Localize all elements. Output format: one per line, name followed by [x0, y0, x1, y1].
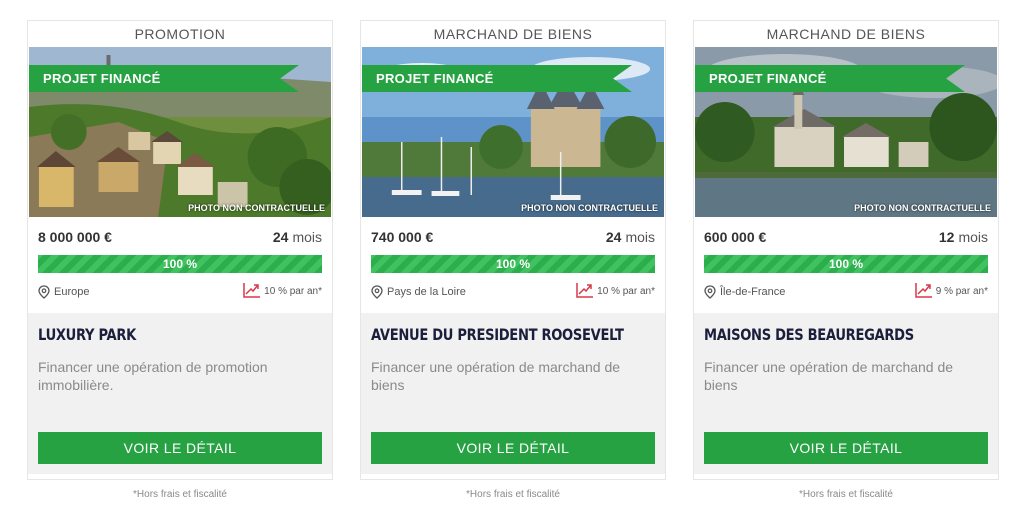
- view-details-button[interactable]: VOIR LE DÉTAIL: [371, 432, 655, 464]
- project-description: Financer une opération de promotion immo…: [38, 359, 268, 393]
- project-rate: 10 % par an*: [576, 283, 655, 298]
- project-photo[interactable]: PROJET FINANCÉ PHOTO NON CONTRACTUELLE: [695, 47, 997, 217]
- trend-up-icon: [576, 283, 594, 298]
- rate-label: 10 % par an*: [264, 286, 322, 297]
- project-photo[interactable]: PROJET FINANCÉ PHOTO NON CONTRACTUELLE: [29, 47, 331, 217]
- duration-unit: mois: [292, 229, 322, 245]
- project-duration: 24 mois: [273, 229, 322, 245]
- duration-unit: mois: [958, 229, 988, 245]
- project-card-box: PROMOTION PROJET FINANCÉ PHOTO NON CONTR…: [27, 20, 333, 480]
- project-title: MAISONS DES BEAUREGARDS: [704, 325, 914, 344]
- duration-value: 12: [938, 229, 955, 245]
- project-duration: 12 mois: [939, 229, 988, 245]
- progress-label: 100 %: [828, 257, 864, 271]
- funding-progress-bar: 100 %: [371, 255, 655, 273]
- photo-disclaimer: PHOTO NON CONTRACTUELLE: [521, 203, 658, 213]
- project-location: Pays de la Loire: [371, 285, 466, 299]
- project-info: LUXURY PARK Financer une opération de pr…: [28, 313, 332, 426]
- project-title: AVENUE DU PRESIDENT ROOSEVELT: [371, 325, 624, 344]
- duration-unit: mois: [625, 229, 655, 245]
- project-duration: 24 mois: [606, 229, 655, 245]
- project-card: MARCHAND DE BIENS PROJET FINANCÉ PHOTO N…: [693, 20, 999, 500]
- funded-ribbon: PROJET FINANCÉ: [29, 65, 299, 92]
- project-info: MAISONS DES BEAUREGARDS Financer une opé…: [694, 313, 998, 426]
- project-card-box: MARCHAND DE BIENS PROJET FINANCÉ PHOTO N…: [360, 20, 666, 480]
- project-type: MARCHAND DE BIENS: [766, 26, 926, 42]
- project-card: PROMOTION PROJET FINANCÉ PHOTO NON CONTR…: [27, 20, 333, 500]
- project-rate: 9 % par an*: [914, 283, 988, 298]
- project-card: MARCHAND DE BIENS PROJET FINANCÉ PHOTO N…: [360, 20, 666, 500]
- trend-up-icon: [243, 283, 261, 298]
- rate-label: 9 % par an*: [935, 286, 988, 297]
- view-details-button[interactable]: VOIR LE DÉTAIL: [704, 432, 988, 464]
- project-card-box: MARCHAND DE BIENS PROJET FINANCÉ PHOTO N…: [693, 20, 999, 480]
- duration-value: 24: [605, 229, 622, 245]
- location-label: Île-de-France: [720, 286, 786, 298]
- project-amount: 600 000 €: [704, 229, 767, 245]
- project-photo[interactable]: PROJET FINANCÉ PHOTO NON CONTRACTUELLE: [362, 47, 664, 217]
- funding-progress-bar: 100 %: [704, 255, 988, 273]
- project-title: LUXURY PARK: [38, 325, 137, 344]
- location-label: Pays de la Loire: [387, 286, 466, 298]
- footnote: *Hors frais et fiscalité: [466, 489, 560, 500]
- location-pin-icon: [38, 285, 50, 299]
- funded-ribbon: PROJET FINANCÉ: [362, 65, 632, 92]
- location-pin-icon: [371, 285, 383, 299]
- duration-value: 24: [272, 229, 289, 245]
- footnote: *Hors frais et fiscalité: [799, 489, 893, 500]
- progress-label: 100 %: [495, 257, 531, 271]
- project-location: Île-de-France: [704, 285, 785, 299]
- progress-label: 100 %: [162, 257, 198, 271]
- rate-label: 10 % par an*: [597, 286, 655, 297]
- project-rate: 10 % par an*: [243, 283, 322, 298]
- project-amount: 8 000 000 €: [38, 229, 112, 245]
- funded-ribbon: PROJET FINANCÉ: [695, 65, 965, 92]
- funding-progress-bar: 100 %: [38, 255, 322, 273]
- photo-disclaimer: PHOTO NON CONTRACTUELLE: [188, 203, 325, 213]
- photo-disclaimer: PHOTO NON CONTRACTUELLE: [854, 203, 991, 213]
- project-type: PROMOTION: [134, 26, 226, 42]
- project-description: Financer une opération de marchand de bi…: [371, 359, 621, 393]
- view-details-button[interactable]: VOIR LE DÉTAIL: [38, 432, 322, 464]
- location-label: Europe: [54, 286, 90, 298]
- project-description: Financer une opération de marchand de bi…: [704, 359, 954, 393]
- project-info: AVENUE DU PRESIDENT ROOSEVELT Financer u…: [361, 313, 665, 426]
- project-type: MARCHAND DE BIENS: [433, 26, 593, 42]
- location-pin-icon: [704, 285, 716, 299]
- trend-up-icon: [914, 283, 932, 298]
- project-amount: 740 000 €: [371, 229, 434, 245]
- footnote: *Hors frais et fiscalité: [133, 489, 227, 500]
- project-location: Europe: [38, 285, 89, 299]
